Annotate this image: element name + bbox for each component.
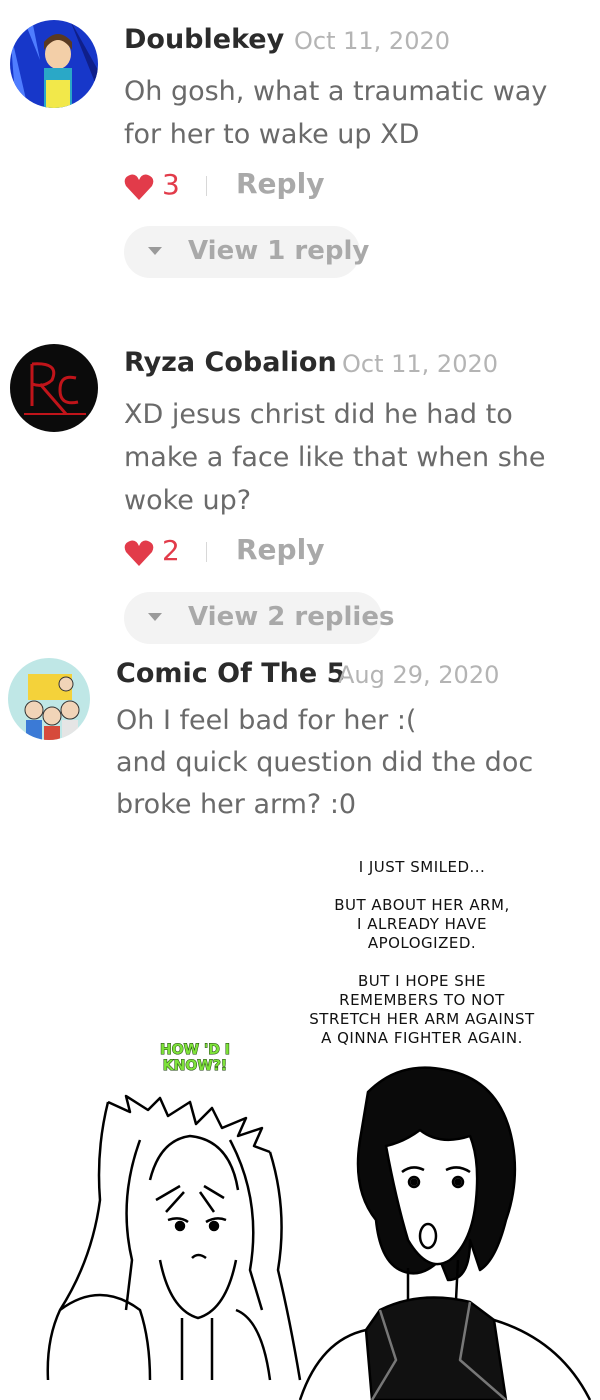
avatar[interactable] xyxy=(8,658,90,740)
comment-author[interactable]: Ryza Cobalion xyxy=(124,347,337,378)
comment-actions: 3 Reply xyxy=(124,167,424,204)
comment-line: Oh gosh, what a traumatic way xyxy=(124,76,548,107)
comment-line: Oh I feel bad for her :( xyxy=(116,705,417,736)
comment-line: woke up? xyxy=(124,485,252,516)
comment-actions: 2 Reply xyxy=(124,533,424,570)
comic-artwork xyxy=(46,1066,592,1400)
view-replies-label: View 2 replies xyxy=(188,602,395,632)
comment-author[interactable]: Doublekey xyxy=(124,24,284,55)
comment-date: Aug 29, 2020 xyxy=(338,661,500,689)
like-count: 2 xyxy=(162,534,180,567)
view-replies-button[interactable]: View 1 reply xyxy=(124,226,369,278)
comment-body: XD jesus christ did he had to make a fac… xyxy=(124,393,546,522)
comment-author[interactable]: Comic Of The 5 xyxy=(116,658,345,689)
comment-date: Oct 11, 2020 xyxy=(342,350,498,378)
caret-down-icon xyxy=(148,247,162,255)
comment-line: XD jesus christ did he had to xyxy=(124,399,513,430)
avatar[interactable] xyxy=(10,344,98,432)
girl-character xyxy=(46,1094,302,1381)
heart-icon[interactable] xyxy=(124,540,154,566)
comment-line: make a face like that when she xyxy=(124,442,546,473)
man-character xyxy=(298,1066,592,1400)
comment-body: Oh gosh, what a traumatic way for her to… xyxy=(124,70,547,156)
avatar[interactable] xyxy=(10,20,98,108)
view-replies-label: View 1 reply xyxy=(188,236,370,266)
caret-down-icon xyxy=(148,613,162,621)
like-count: 3 xyxy=(162,168,180,201)
reply-button[interactable]: Reply xyxy=(236,167,324,200)
comic-panel: I JUST SMILED... BUT ABOUT HER ARM, I AL… xyxy=(0,840,600,1400)
comment-line: broke her arm? :0 xyxy=(116,789,357,820)
comment-body: Oh I feel bad for her :( and quick quest… xyxy=(116,700,533,826)
comment-line: and quick question did the doc xyxy=(116,747,534,778)
divider xyxy=(206,176,207,196)
comment-line: for her to wake up XD xyxy=(124,119,420,150)
heart-icon[interactable] xyxy=(124,174,154,200)
divider xyxy=(206,542,207,562)
view-replies-button[interactable]: View 2 replies xyxy=(124,592,394,644)
reply-button[interactable]: Reply xyxy=(236,533,324,566)
comment-date: Oct 11, 2020 xyxy=(294,27,450,55)
